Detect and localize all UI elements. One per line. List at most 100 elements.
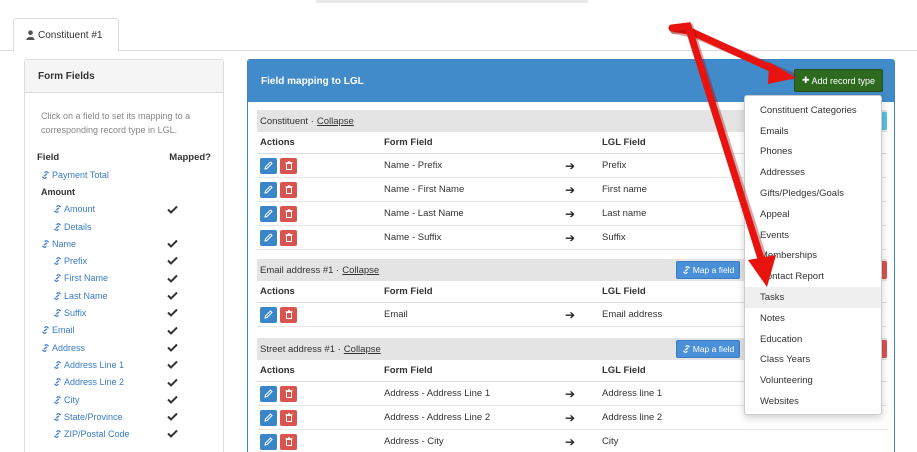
collapse-link[interactable]: Collapse: [317, 116, 354, 127]
edit-button[interactable]: [260, 181, 277, 198]
dropdown-item[interactable]: Websites: [745, 391, 881, 412]
delete-button[interactable]: [280, 157, 297, 174]
section-title: Email address #1 ·: [260, 264, 340, 276]
form-field-link[interactable]: Address Line 2: [37, 377, 124, 387]
link-icon: [42, 239, 49, 248]
collapse-link[interactable]: Collapse: [342, 265, 379, 276]
dropdown-item[interactable]: Gifts/Pledges/Goals: [745, 183, 881, 204]
collapse-link[interactable]: Collapse: [344, 344, 381, 355]
check-icon: [167, 274, 178, 283]
form-field-link[interactable]: Prefix: [37, 256, 87, 266]
link-icon: [682, 345, 690, 353]
map-a-field-button[interactable]: Map a field: [676, 261, 740, 279]
form-field-row[interactable]: Email: [37, 322, 217, 339]
edit-button[interactable]: [260, 409, 277, 426]
form-field-row[interactable]: Details: [37, 218, 217, 235]
dropdown-item[interactable]: Class Years: [745, 350, 881, 371]
arrow-right-icon: ➔: [564, 158, 576, 173]
form-field-row[interactable]: Name: [37, 235, 217, 252]
dropdown-item[interactable]: Addresses: [745, 162, 881, 183]
form-field-row[interactable]: Address Line 1: [37, 356, 217, 373]
form-field-link[interactable]: First Name: [37, 273, 108, 283]
edit-button[interactable]: [260, 157, 277, 174]
delete-button[interactable]: [280, 181, 297, 198]
form-fields-help: Click on a field to set its mapping to a…: [41, 111, 191, 135]
dropdown-item[interactable]: Contact Report: [745, 266, 881, 287]
trash-icon: [285, 310, 292, 319]
form-field-link[interactable]: Name: [37, 239, 76, 249]
form-field-row[interactable]: Prefix: [37, 252, 217, 269]
form-field-link[interactable]: Details: [37, 222, 92, 232]
dropdown-item[interactable]: Appeal: [745, 204, 881, 225]
map-a-field-button[interactable]: Map a field: [676, 340, 740, 358]
top-bar-edge: [316, 0, 588, 3]
form-field-link[interactable]: ZIP/Postal Code: [37, 429, 130, 439]
delete-button[interactable]: [280, 385, 297, 402]
edit-button[interactable]: [260, 433, 277, 450]
dropdown-item[interactable]: Notes: [745, 308, 881, 329]
tab-constituent-1[interactable]: Constituent #1: [13, 18, 119, 52]
form-field-value: Name - First Name: [384, 184, 465, 195]
form-field-row[interactable]: ZIP/Postal Code: [37, 425, 217, 442]
dropdown-item[interactable]: Memberships: [745, 246, 881, 267]
form-field-link[interactable]: Suffix: [37, 308, 86, 318]
form-field-row[interactable]: First Name: [37, 270, 217, 287]
form-fields-header: Field Mapped?: [37, 152, 217, 166]
plus-icon: ✚: [801, 75, 810, 85]
dropdown-item[interactable]: Volunteering: [745, 370, 881, 391]
dropdown-item[interactable]: Events: [745, 225, 881, 246]
dropdown-item[interactable]: Emails: [745, 121, 881, 142]
form-field-link[interactable]: Last Name: [37, 291, 108, 301]
col-mapped: Mapped?: [169, 152, 211, 163]
row-actions: [257, 306, 384, 323]
add-record-type-label: Add record type: [811, 75, 876, 86]
form-field-row[interactable]: City: [37, 391, 217, 408]
delete-button[interactable]: [280, 409, 297, 426]
dropdown-item[interactable]: Constituent Categories: [745, 100, 881, 121]
pencil-icon: [264, 310, 273, 319]
form-field-link[interactable]: Amount: [37, 204, 95, 214]
dropdown-item[interactable]: Phones: [745, 142, 881, 163]
form-field-row[interactable]: Address: [37, 339, 217, 356]
pencil-icon: [264, 233, 273, 242]
edit-button[interactable]: [260, 229, 277, 246]
form-field-label: Details: [64, 221, 92, 232]
delete-button[interactable]: [280, 433, 297, 450]
dropdown-item[interactable]: Education: [745, 329, 881, 350]
tab-label: Constituent #1: [38, 29, 103, 41]
check-icon: [167, 361, 178, 370]
arrow-right-icon: ➔: [564, 410, 576, 425]
form-field-row[interactable]: Amount: [37, 201, 217, 218]
edit-button[interactable]: [260, 205, 277, 222]
form-field-row[interactable]: State/Province: [37, 408, 217, 425]
row-actions: [257, 157, 384, 174]
form-field-row[interactable]: Last Name: [37, 287, 217, 304]
check-icon: [167, 326, 178, 335]
arrow-right-icon: ➔: [564, 386, 576, 401]
form-field-row[interactable]: Payment Total: [37, 166, 217, 183]
form-field-link[interactable]: Address: [37, 343, 85, 353]
edit-button[interactable]: [260, 385, 277, 402]
pencil-icon: [264, 185, 273, 194]
delete-button[interactable]: [280, 205, 297, 222]
delete-button[interactable]: [280, 229, 297, 246]
trash-icon: [285, 161, 292, 170]
dropdown-item[interactable]: Tasks: [745, 287, 881, 308]
trash-icon: [285, 233, 292, 242]
form-field-row[interactable]: Address Line 2: [37, 374, 217, 391]
form-field-row[interactable]: Suffix: [37, 304, 217, 321]
delete-button[interactable]: [280, 306, 297, 323]
link-icon: [54, 430, 61, 439]
mapping-row: Address - City ➔ City: [257, 430, 887, 452]
form-field-label: ZIP/Postal Code: [64, 429, 130, 440]
form-field-link[interactable]: Email: [37, 325, 75, 335]
row-actions: [257, 409, 384, 426]
form-field-label: First Name: [64, 273, 109, 284]
form-field-label: Suffix: [64, 308, 87, 319]
add-record-type-button[interactable]: ✚ Add record type: [794, 69, 883, 92]
form-field-link[interactable]: Address Line 1: [37, 360, 124, 370]
edit-button[interactable]: [260, 306, 277, 323]
form-field-link[interactable]: Payment Total: [37, 170, 109, 180]
form-field-link[interactable]: State/Province: [37, 412, 123, 422]
form-field-link[interactable]: City: [37, 395, 80, 405]
